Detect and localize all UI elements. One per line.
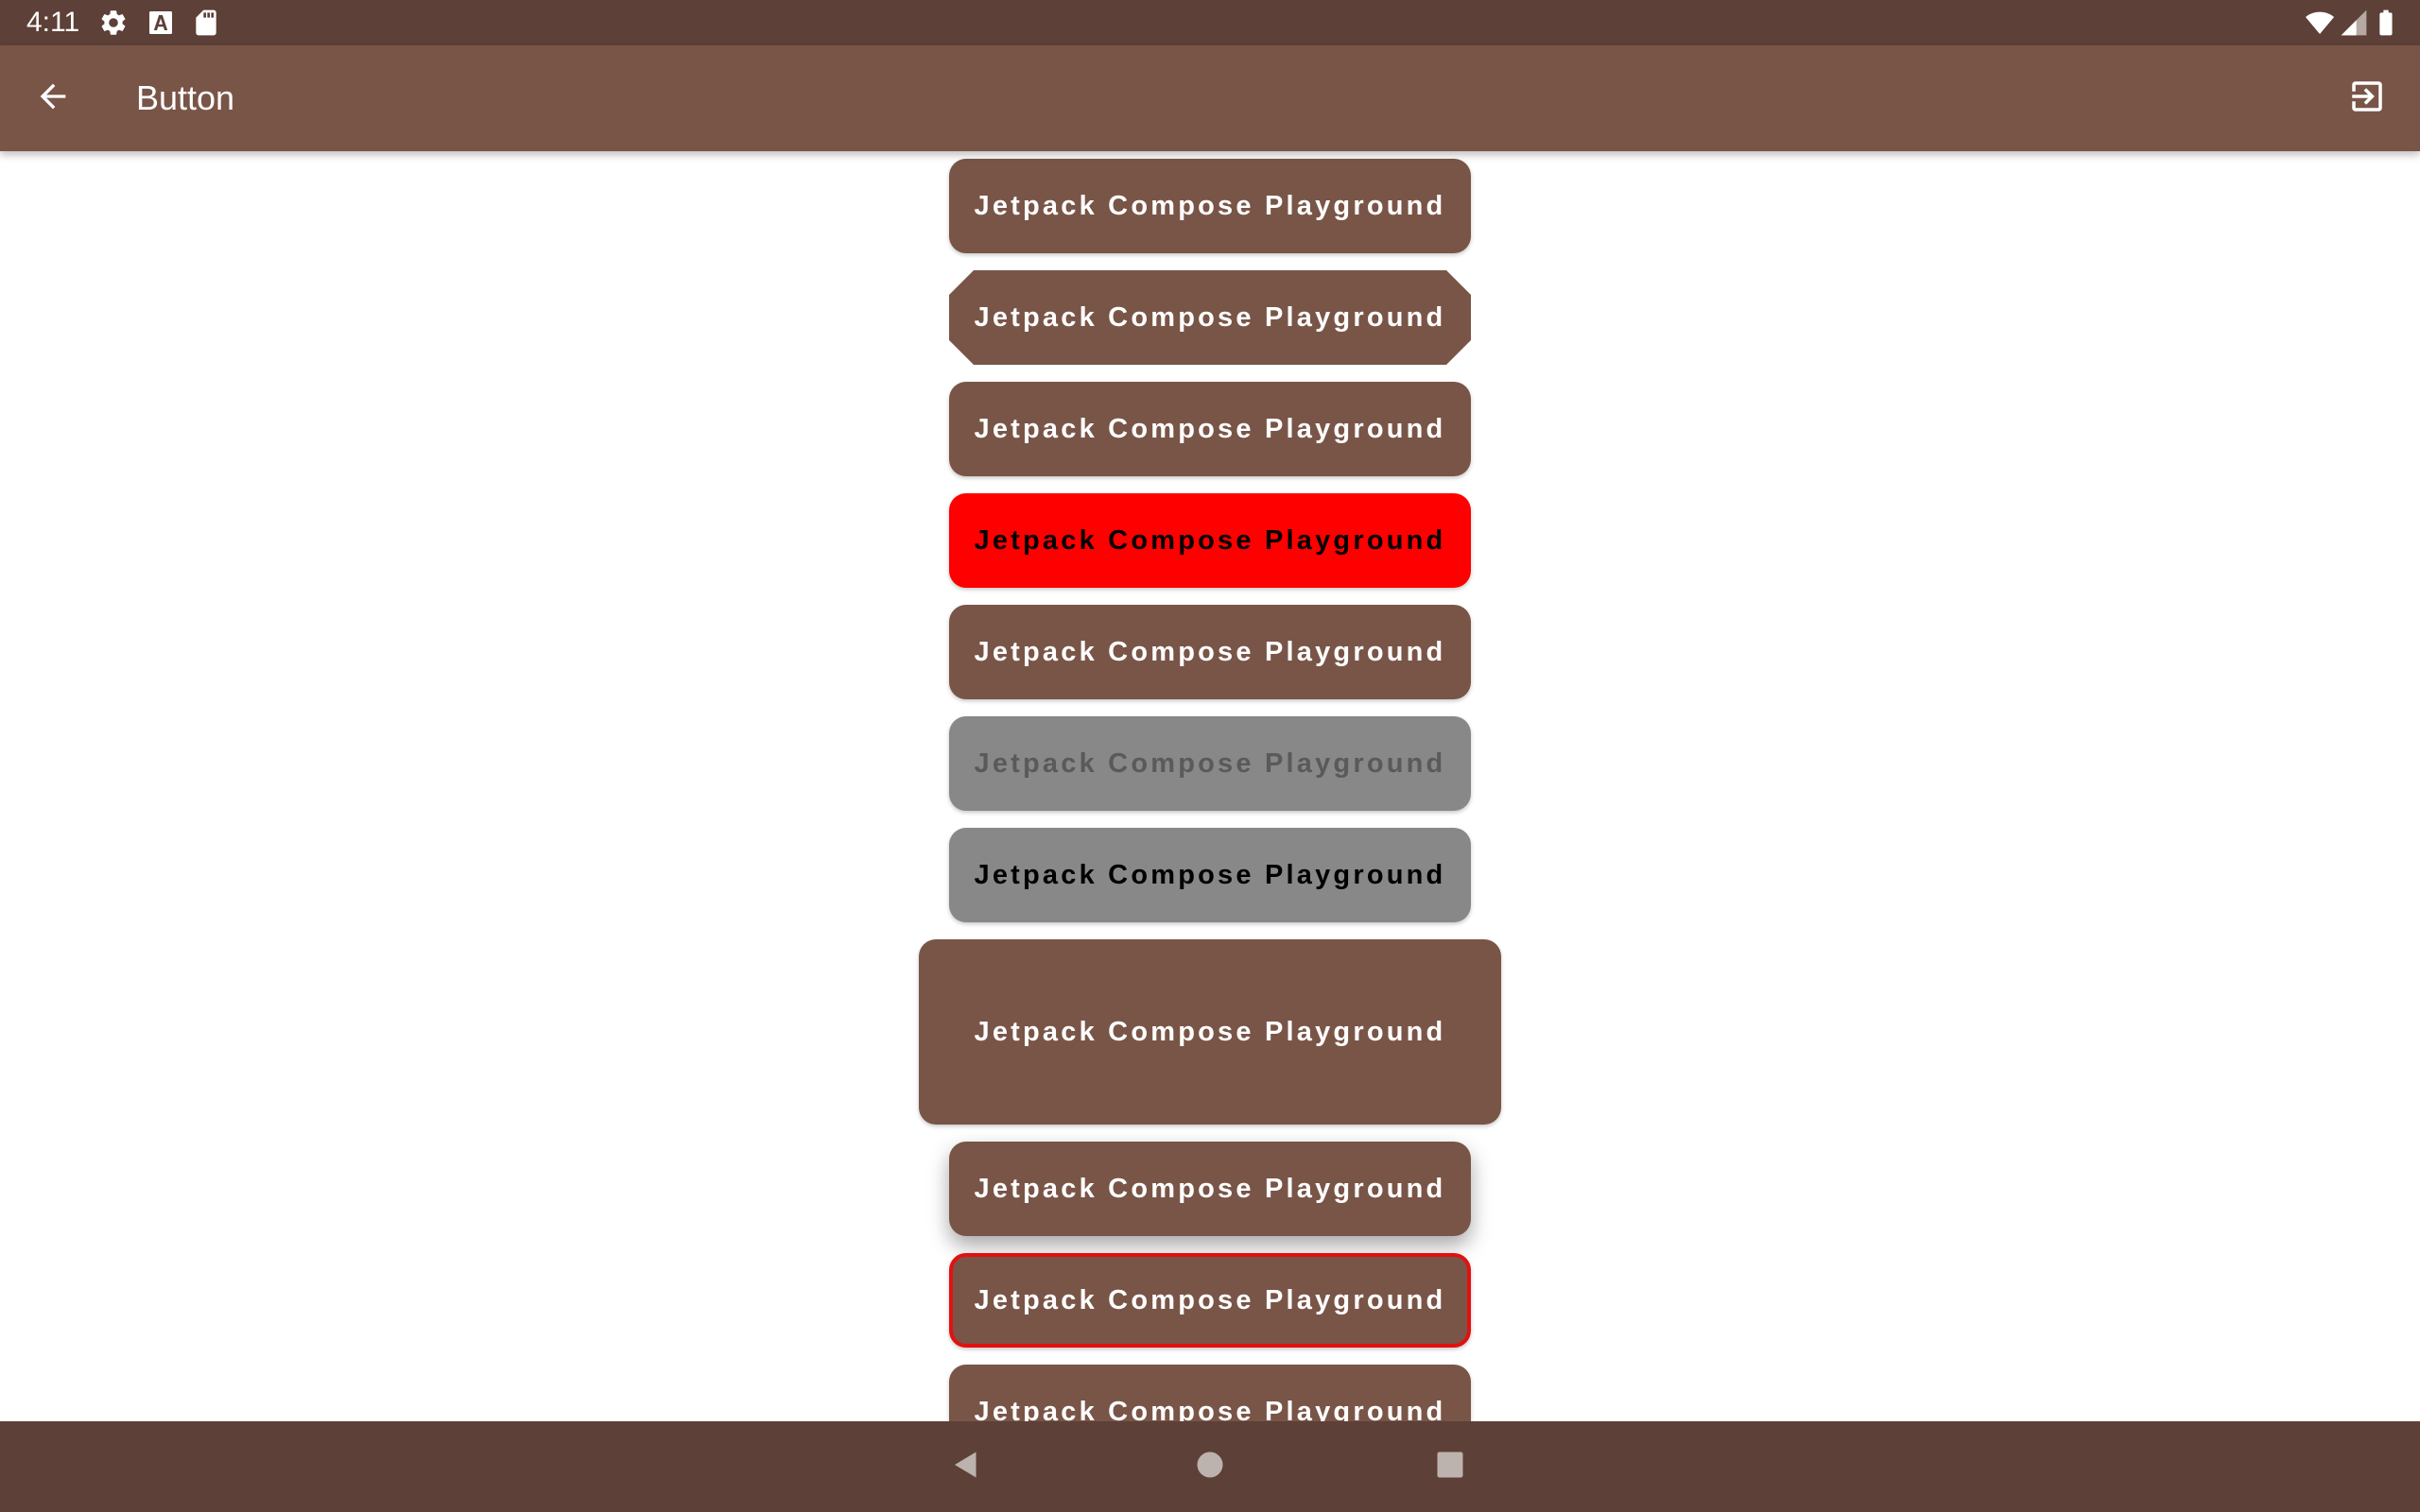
text-a-icon [146,8,176,38]
button-label: Jetpack Compose Playground [974,1173,1446,1204]
button-rounded[interactable]: Jetpack Compose Playground [949,159,1471,253]
app-bar: Button [0,45,2420,151]
button-rounded[interactable]: Jetpack Compose Playground [949,605,1471,699]
status-bar: 4:11 [0,0,2420,45]
button-label: Jetpack Compose Playground [974,1284,1446,1315]
button-label: Jetpack Compose Playground [974,1396,1446,1422]
arrow-back-icon [34,77,72,120]
button-label: Jetpack Compose Playground [974,636,1446,667]
button-label: Jetpack Compose Playground [974,413,1446,444]
exit-to-app-icon [2347,77,2387,121]
button-label: Jetpack Compose Playground [974,524,1446,556]
button-disabled: Jetpack Compose Playground [949,716,1471,811]
exit-button[interactable] [2341,72,2394,125]
wifi-icon [2305,8,2335,38]
nav-back-icon [949,1448,983,1486]
nav-back-button[interactable] [943,1444,989,1489]
button-label: Jetpack Compose Playground [974,301,1446,333]
button-label: Jetpack Compose Playground [974,747,1446,779]
page-title: Button [136,78,235,117]
navigation-bar [0,1421,2420,1512]
button-outlined[interactable]: Jetpack Compose Playground [949,1253,1471,1348]
button-elevated[interactable]: Jetpack Compose Playground [949,1142,1471,1236]
nav-recents-icon [1433,1448,1467,1486]
button-list[interactable]: Jetpack Compose Playground Jetpack Compo… [0,151,2420,1421]
gear-icon [98,8,129,38]
button-label: Jetpack Compose Playground [974,190,1446,221]
battery-icon [2371,8,2401,38]
button-large-padding[interactable]: Jetpack Compose Playground [919,939,1501,1125]
signal-icon [2339,8,2369,38]
nav-recents-button[interactable] [1427,1444,1473,1489]
button-label: Jetpack Compose Playground [974,859,1446,890]
back-button[interactable] [26,72,79,125]
sd-card-icon [191,8,221,38]
button-red-background[interactable]: Jetpack Compose Playground [949,493,1471,588]
button-cut-corner[interactable]: Jetpack Compose Playground [949,270,1471,365]
button-rounded[interactable]: Jetpack Compose Playground [949,382,1471,476]
status-time: 4:11 [26,7,80,38]
nav-home-button[interactable] [1187,1444,1233,1489]
button-rounded[interactable]: Jetpack Compose Playground [949,1365,1471,1421]
nav-home-icon [1193,1448,1227,1486]
button-label: Jetpack Compose Playground [974,1016,1446,1047]
button-grey[interactable]: Jetpack Compose Playground [949,828,1471,922]
